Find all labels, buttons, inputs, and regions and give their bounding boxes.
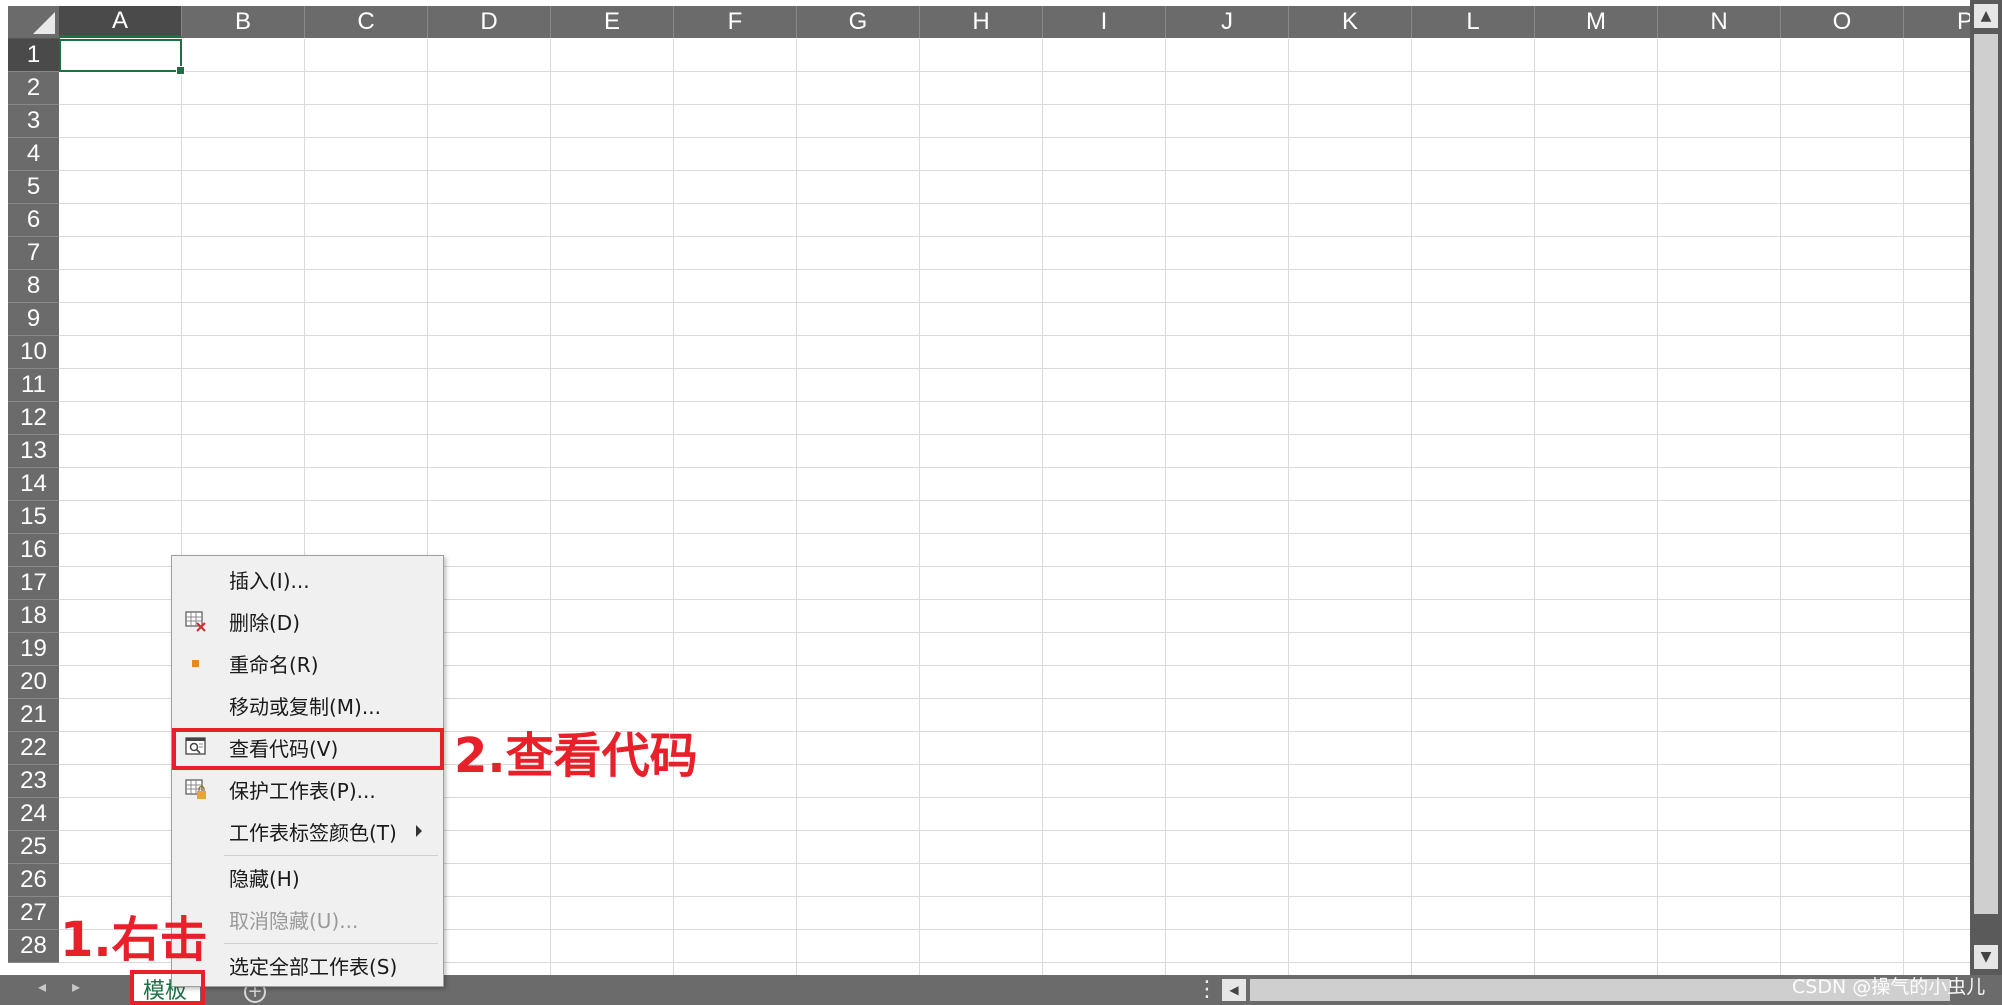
row-header-22[interactable]: 22 bbox=[8, 732, 59, 765]
row-header-13[interactable]: 13 bbox=[8, 435, 59, 468]
row-header-7[interactable]: 7 bbox=[8, 237, 59, 270]
submenu-arrow-icon bbox=[416, 825, 422, 837]
menu-item-select-all-sheets[interactable]: 选定全部工作表(S) bbox=[172, 945, 443, 985]
menu-separator bbox=[224, 855, 438, 856]
fill-handle[interactable] bbox=[176, 66, 185, 75]
menu-item-rename[interactable]: 重命名(R) bbox=[172, 643, 443, 683]
row-header-5[interactable]: 5 bbox=[8, 171, 59, 204]
menu-item-label: 保护工作表(P)... bbox=[229, 778, 376, 803]
menu-item-label: 工作表标签颜色(T) bbox=[229, 820, 397, 845]
row-header-14[interactable]: 14 bbox=[8, 468, 59, 501]
row-header-19[interactable]: 19 bbox=[8, 633, 59, 666]
row-header-27[interactable]: 27 bbox=[8, 897, 59, 930]
menu-item-label: 删除(D) bbox=[229, 610, 301, 635]
menu-item-hide[interactable]: 隐藏(H) bbox=[172, 857, 443, 897]
row-header-17[interactable]: 17 bbox=[8, 567, 59, 600]
column-header-a[interactable]: A bbox=[59, 6, 182, 38]
column-header-m[interactable]: M bbox=[1535, 6, 1658, 38]
row-header-15[interactable]: 15 bbox=[8, 501, 59, 534]
row-header-18[interactable]: 18 bbox=[8, 600, 59, 633]
menu-item-insert[interactable]: 插入(I)... bbox=[172, 559, 443, 599]
row-header-25[interactable]: 25 bbox=[8, 831, 59, 864]
annotation-box-sheet-tab bbox=[130, 970, 205, 1005]
menu-item-label: 取消隐藏(U)... bbox=[229, 908, 359, 933]
menu-item-label: 移动或复制(M)... bbox=[229, 694, 381, 719]
menu-item-move-copy[interactable]: 移动或复制(M)... bbox=[172, 685, 443, 725]
watermark: CSDN @操气的小虫儿 bbox=[1792, 976, 1986, 998]
row-header-9[interactable]: 9 bbox=[8, 303, 59, 336]
row-header-3[interactable]: 3 bbox=[8, 105, 59, 138]
menu-item-label: 重命名(R) bbox=[229, 652, 319, 677]
protect-sheet-icon bbox=[184, 777, 208, 801]
annotation-box-view-code bbox=[172, 728, 444, 770]
scroll-down-icon[interactable]: ▼ bbox=[1974, 945, 1998, 969]
select-all-corner[interactable] bbox=[8, 6, 60, 39]
sheet-context-menu: 插入(I)... 删除(D) 重命名(R) 移动或复制(M)... 查看代码(V… bbox=[171, 555, 444, 987]
row-header-4[interactable]: 4 bbox=[8, 138, 59, 171]
menu-item-label: 插入(I)... bbox=[229, 568, 310, 593]
column-header-c[interactable]: C bbox=[305, 6, 428, 38]
delete-sheet-icon bbox=[184, 609, 208, 633]
column-header-e[interactable]: E bbox=[551, 6, 674, 38]
vertical-scrollbar[interactable]: ▲ ▼ bbox=[1970, 0, 2002, 975]
row-header-21[interactable]: 21 bbox=[8, 699, 59, 732]
rename-dot-icon bbox=[184, 651, 208, 675]
menu-item-unhide: 取消隐藏(U)... bbox=[172, 899, 443, 939]
row-header-10[interactable]: 10 bbox=[8, 336, 59, 369]
column-header-k[interactable]: K bbox=[1289, 6, 1412, 38]
column-header-j[interactable]: J bbox=[1166, 6, 1289, 38]
more-tabs-icon[interactable]: ⋮ bbox=[1196, 977, 1218, 1002]
column-header-h[interactable]: H bbox=[920, 6, 1043, 38]
column-header-i[interactable]: I bbox=[1043, 6, 1166, 38]
column-header-b[interactable]: B bbox=[182, 6, 305, 38]
scroll-up-icon[interactable]: ▲ bbox=[1974, 4, 1998, 28]
annotation-step2: 2.查看代码 bbox=[454, 728, 698, 784]
row-header-16[interactable]: 16 bbox=[8, 534, 59, 567]
column-header-g[interactable]: G bbox=[797, 6, 920, 38]
select-all-triangle-icon bbox=[33, 12, 55, 34]
active-cell-a1[interactable] bbox=[59, 39, 185, 75]
column-header-o[interactable]: O bbox=[1781, 6, 1904, 38]
menu-item-label: 选定全部工作表(S) bbox=[229, 954, 398, 979]
vertical-scroll-thumb[interactable] bbox=[1974, 34, 1998, 914]
row-header-23[interactable]: 23 bbox=[8, 765, 59, 798]
menu-item-delete[interactable]: 删除(D) bbox=[172, 601, 443, 641]
row-header-12[interactable]: 12 bbox=[8, 402, 59, 435]
menu-item-tab-color[interactable]: 工作表标签颜色(T) bbox=[172, 811, 443, 851]
menu-item-protect-sheet[interactable]: 保护工作表(P)... bbox=[172, 769, 443, 809]
row-header-28[interactable]: 28 bbox=[8, 930, 59, 963]
annotation-step1: 1.右击 bbox=[60, 912, 208, 968]
prev-sheet-icon[interactable]: ◂ bbox=[38, 977, 46, 996]
column-header-l[interactable]: L bbox=[1412, 6, 1535, 38]
menu-item-label: 隐藏(H) bbox=[229, 866, 300, 891]
menu-separator bbox=[224, 943, 438, 944]
column-header-n[interactable]: N bbox=[1658, 6, 1781, 38]
column-header-f[interactable]: F bbox=[674, 6, 797, 38]
row-header-26[interactable]: 26 bbox=[8, 864, 59, 897]
next-sheet-icon[interactable]: ▸ bbox=[72, 977, 80, 996]
column-header-p[interactable]: P bbox=[1904, 6, 1970, 38]
row-header-24[interactable]: 24 bbox=[8, 798, 59, 831]
row-header-8[interactable]: 8 bbox=[8, 270, 59, 303]
scroll-left-icon[interactable]: ◀ bbox=[1222, 979, 1246, 1001]
row-header-11[interactable]: 11 bbox=[8, 369, 59, 402]
row-header-6[interactable]: 6 bbox=[8, 204, 59, 237]
column-header-d[interactable]: D bbox=[428, 6, 551, 38]
row-header-1[interactable]: 1 bbox=[8, 39, 59, 72]
row-header-2[interactable]: 2 bbox=[8, 72, 59, 105]
row-header-20[interactable]: 20 bbox=[8, 666, 59, 699]
